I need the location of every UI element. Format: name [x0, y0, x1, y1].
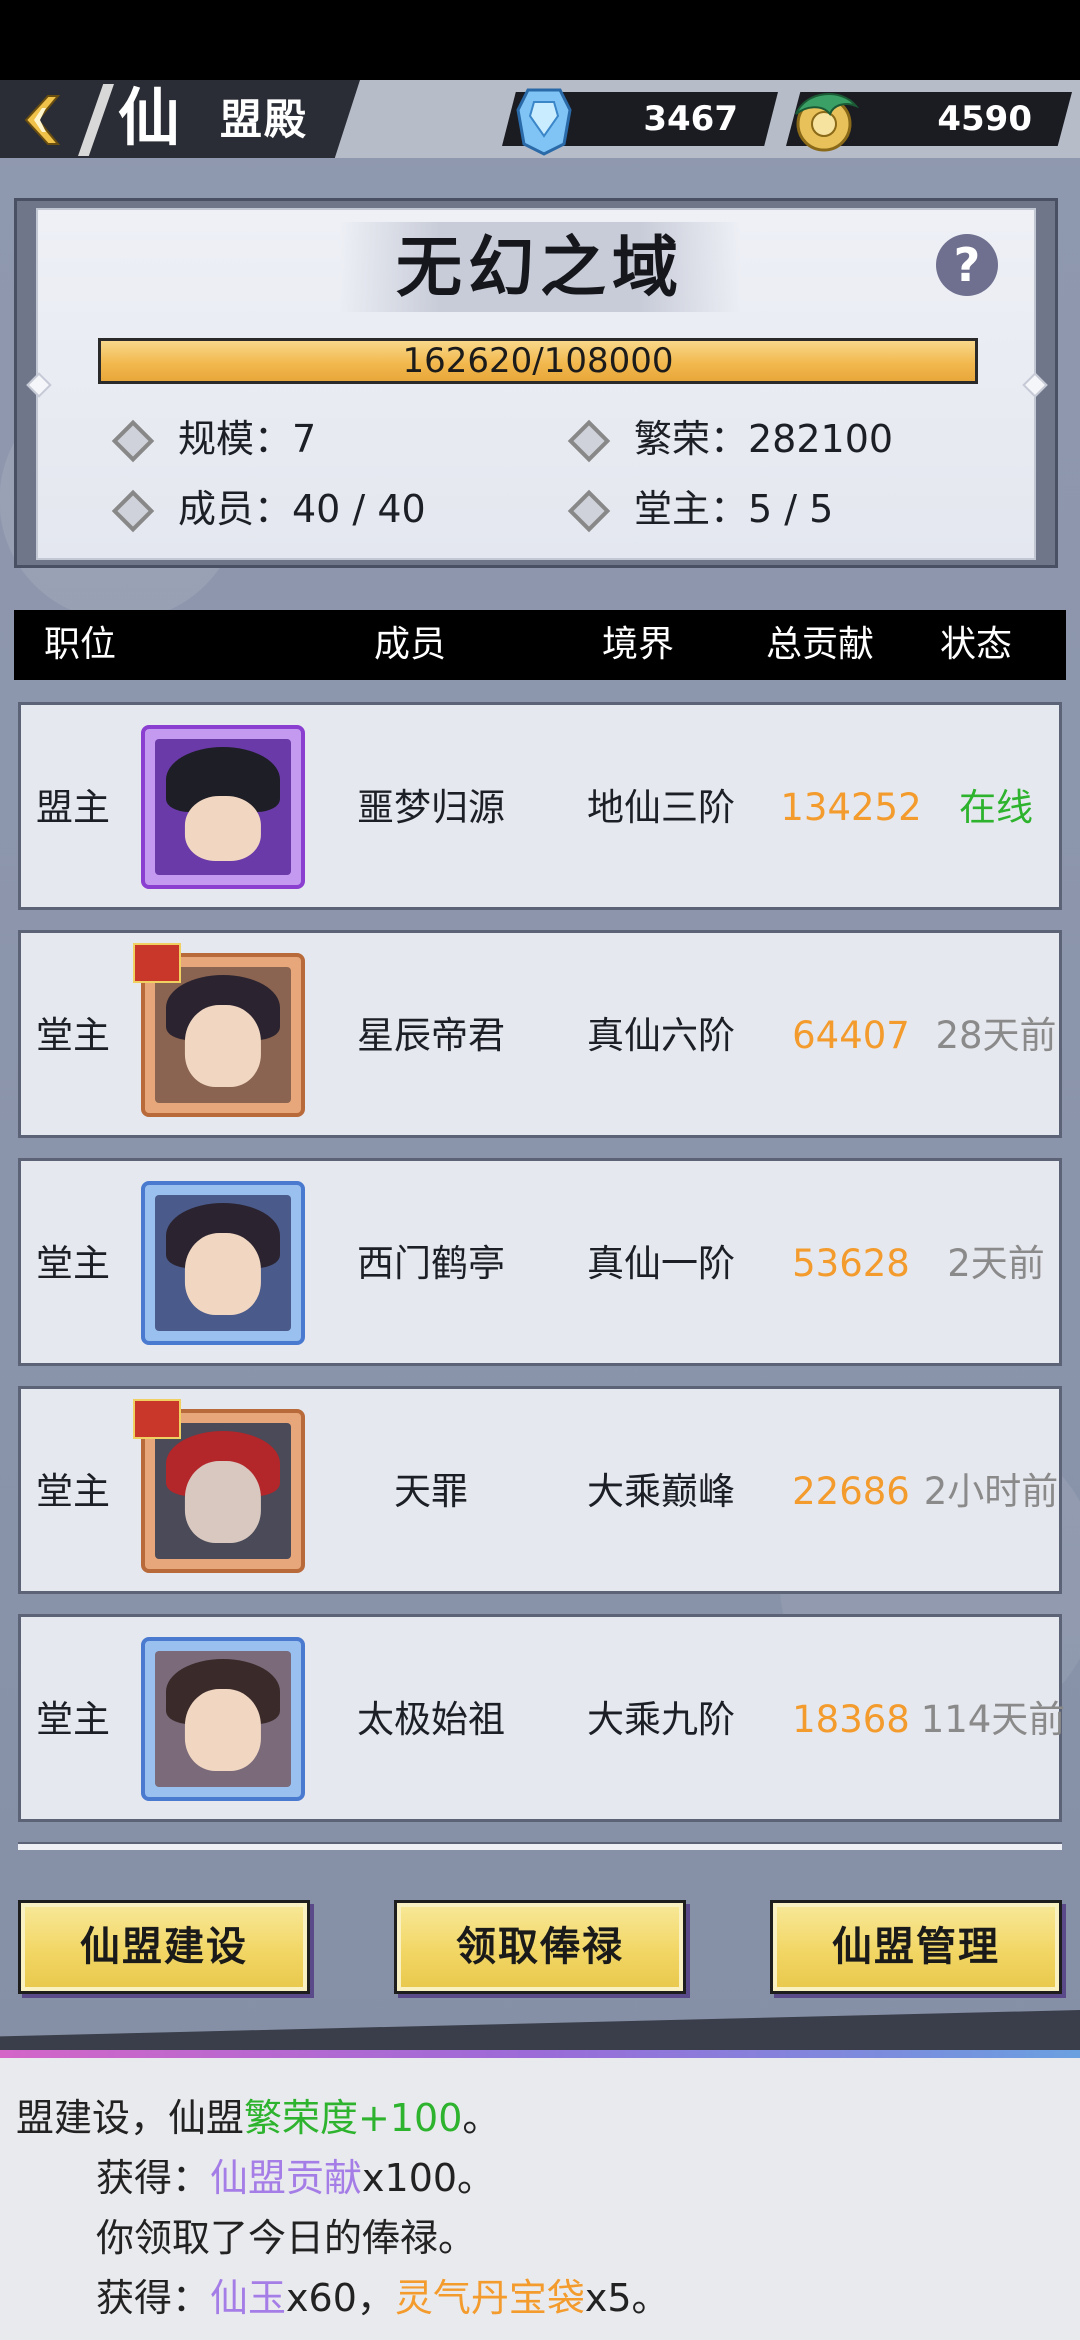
col-contribution: 总贡献: [766, 624, 875, 665]
member-realm: 真仙六阶: [587, 1014, 735, 1057]
guild-scale: 规模：7: [178, 417, 317, 461]
claim-salary-button[interactable]: 领取俸禄: [394, 1900, 686, 1994]
page-title-sub: 盟殿: [220, 95, 309, 144]
table-row[interactable]: 堂主 太极始祖 大乘九阶 18368 114天前: [18, 1614, 1065, 1822]
member-position: 盟主: [36, 786, 110, 829]
prosperity-progress-bar: 162620/108000: [98, 338, 978, 384]
member-name: 星辰帝君: [357, 1014, 505, 1057]
back-button[interactable]: [12, 90, 72, 150]
table-row[interactable]: 堂主 星辰帝君 真仙六阶 64407 28天前: [18, 930, 1062, 1138]
jade-token-icon: [516, 88, 572, 156]
member-avatar[interactable]: [141, 1637, 305, 1801]
col-member: 成员: [374, 624, 447, 665]
hall-master-flag-icon: [133, 1399, 181, 1439]
progress-text: 162620/108000: [402, 341, 674, 381]
log-text: 。: [462, 2096, 501, 2140]
member-name: 西门鹤亭: [357, 1242, 505, 1285]
log-highlight: 繁荣度+100: [244, 2096, 463, 2140]
page-title-main: 仙: [118, 81, 181, 154]
currency-jade-value: 3467: [643, 99, 738, 139]
table-row[interactable]: 堂主 天罪 大乘巅峰 22686 2小时前: [18, 1386, 1062, 1594]
log-text: 获得：: [96, 2276, 211, 2320]
table-row[interactable]: 堂主 西门鹤亭 真仙一阶 53628 2天前: [18, 1158, 1062, 1366]
question-icon: ?: [953, 238, 981, 292]
col-status: 状态: [940, 624, 1013, 665]
guild-build-button[interactable]: 仙盟建设: [18, 1900, 310, 1994]
dragon-coin-icon: [795, 93, 860, 152]
col-position: 职位: [44, 624, 117, 665]
member-realm: 大乘巅峰: [587, 1470, 735, 1513]
log-item: 仙玉: [210, 2276, 287, 2320]
hall-master-flag-icon: [133, 943, 181, 983]
guild-manage-button[interactable]: 仙盟管理: [770, 1900, 1062, 1994]
log-line: 获得：仙玉x60，灵气丹宝袋x5。: [96, 2268, 670, 2328]
member-position: 堂主: [36, 1014, 110, 1057]
table-row[interactable]: 盟主 噩梦归源 地仙三阶 134252 在线: [18, 702, 1062, 910]
guild-members: 成员：40 / 40: [178, 487, 426, 531]
log-text: 获得：: [96, 2156, 211, 2200]
member-status: 2天前: [947, 1242, 1045, 1285]
log-item: 灵气丹宝袋: [394, 2276, 585, 2320]
log-text: x60，: [286, 2276, 395, 2320]
back-chevron-icon: [24, 95, 61, 145]
member-position: 堂主: [36, 1698, 110, 1741]
log-line: 你领取了今日的俸禄。: [96, 2216, 477, 2260]
message-log[interactable]: 盟建设，仙盟繁荣度+100。 获得：仙盟贡献x100。 你领取了今日的俸禄。 获…: [0, 2058, 1080, 2340]
log-line: 获得：仙盟贡献x100。: [96, 2148, 495, 2208]
guild-prosperity: 繁荣：282100: [634, 417, 894, 461]
member-status: 在线: [959, 786, 1033, 829]
member-table-header: 职位 成员 境界 总贡献 状态: [14, 610, 1066, 680]
help-button[interactable]: ?: [936, 234, 998, 296]
member-position: 堂主: [36, 1242, 110, 1285]
member-status: 114天前: [920, 1698, 1066, 1741]
member-name: 天罪: [394, 1470, 468, 1513]
member-contribution: 134252: [780, 786, 922, 829]
member-name: 噩梦归源: [357, 786, 505, 829]
col-realm: 境界: [602, 624, 675, 665]
guild-hall-masters: 堂主：5 / 5: [634, 487, 834, 531]
member-avatar[interactable]: [141, 1181, 305, 1345]
member-realm: 真仙一阶: [587, 1242, 735, 1285]
member-realm: 地仙三阶: [587, 786, 735, 829]
member-position: 堂主: [36, 1470, 110, 1513]
log-item: 仙盟贡献: [210, 2156, 363, 2200]
member-name: 太极始祖: [357, 1698, 505, 1741]
member-realm: 大乘九阶: [587, 1698, 735, 1741]
member-status: 28天前: [935, 1014, 1057, 1057]
log-text: x100。: [362, 2156, 496, 2200]
list-scroll-edge: [18, 1842, 1062, 1850]
member-avatar[interactable]: [141, 725, 305, 889]
log-line: 盟建设，仙盟繁荣度+100。: [16, 2088, 500, 2148]
log-text: x5。: [584, 2276, 670, 2320]
log-text: 盟建设，仙盟: [16, 2096, 245, 2140]
status-bar: [0, 0, 1080, 80]
member-status: 2小时前: [923, 1470, 1059, 1513]
guild-name: 无幻之域: [396, 228, 684, 306]
log-divider: [0, 2050, 1080, 2058]
currency-coin-value: 4590: [937, 99, 1032, 139]
